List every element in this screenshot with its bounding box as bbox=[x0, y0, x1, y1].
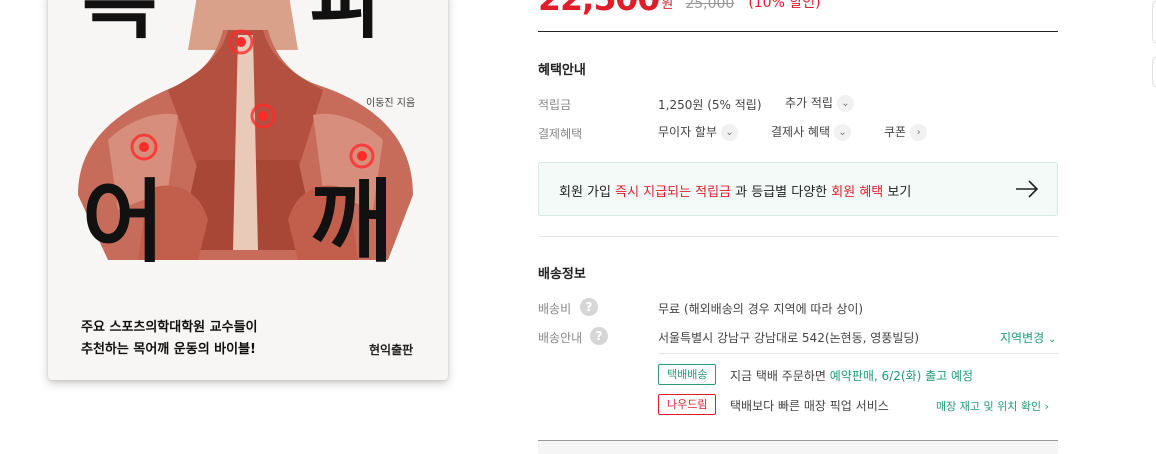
parcel-delivery-info: 지금 택배 주문하면 예약판매, 6/2(화) 출고 예정 bbox=[730, 367, 973, 384]
points-label: 적립금 bbox=[538, 98, 572, 112]
coupon-button[interactable]: 쿠폰 › bbox=[884, 123, 928, 141]
price-row: 22,500 원 25,000 (10% 할인) bbox=[538, 0, 821, 18]
question-icon[interactable]: ? bbox=[590, 327, 608, 345]
store-stock-link[interactable]: 매장 재고 및 위치 확인 › bbox=[936, 398, 1049, 414]
benefits-title: 혜택안내 bbox=[538, 63, 586, 78]
banner-text-part: 과 등급별 다양한 bbox=[731, 185, 832, 200]
next-section-band bbox=[538, 440, 1058, 454]
cover-tagline-line: 주요 스포츠의학대학원 교수들이 bbox=[81, 320, 258, 335]
card-benefit-label: 결제사 혜택 bbox=[771, 125, 831, 139]
change-region-label: 지역변경 bbox=[1000, 331, 1045, 345]
cover-title-char: 깨 bbox=[310, 170, 393, 275]
pickup-info: 택배보다 빠른 매장 픽업 서비스 bbox=[730, 399, 889, 413]
shipping-fee-value: 무료 (해외배송의 경우 지역에 따라 상이) bbox=[658, 302, 864, 316]
now-dream-tag: 나우드림 bbox=[658, 394, 717, 415]
divider bbox=[538, 236, 1058, 237]
banner-text-part: 회원 가입 bbox=[559, 185, 616, 200]
extra-points-button[interactable]: 추가 적립 ⌄ bbox=[785, 94, 854, 112]
parcel-release-date: 예약판매, 6/2(화) 출고 예정 bbox=[829, 369, 974, 383]
chevron-down-icon: ⌄ bbox=[836, 95, 854, 112]
member-banner-text: 회원 가입 즉시 지급되는 적립금 과 등급별 다양한 회원 혜택 보기 bbox=[559, 181, 911, 200]
chevron-down-icon: ⌄ bbox=[1048, 334, 1057, 345]
divider bbox=[658, 353, 1058, 354]
cover-title-char: 어 bbox=[82, 170, 165, 275]
sale-price: 22,500 bbox=[538, 0, 660, 18]
card-benefit-button[interactable]: 결제사 혜택 ⌄ bbox=[771, 123, 852, 141]
payment-label: 결제혜택 bbox=[538, 127, 583, 141]
banner-highlight: 회원 혜택 bbox=[831, 185, 884, 200]
cover-tagline-line: 추천하는 목어깨 운동의 바이블! bbox=[81, 342, 256, 357]
shipping-fee-label: 배송비 bbox=[538, 302, 572, 316]
book-cover[interactable]: 특 파 어 깨 이동진 지음 주요 스포츠의학대학원 교수들이 추천하는 목어깨… bbox=[48, 0, 448, 380]
points-value: 1,250원 (5% 적립) bbox=[658, 98, 762, 112]
cover-title-char: 파 bbox=[310, 0, 386, 50]
question-icon[interactable]: ? bbox=[580, 298, 598, 316]
store-stock-label: 매장 재고 및 위치 확인 bbox=[936, 400, 1042, 413]
shipping-address: 서울특별시 강남구 강남대로 542(논현동, 영풍빌딩) bbox=[658, 331, 920, 345]
parcel-delivery-tag: 택배배송 bbox=[658, 364, 717, 385]
cover-publisher: 현익출판 bbox=[369, 343, 414, 357]
side-floating-widget[interactable] bbox=[1152, 0, 1156, 44]
chevron-right-icon: › bbox=[910, 124, 928, 141]
discount-rate: (10% 할인) bbox=[748, 0, 821, 11]
cover-title-char: 특 bbox=[82, 0, 158, 50]
chevron-right-icon: › bbox=[1044, 400, 1049, 413]
cover-author: 이동진 지음 bbox=[366, 98, 416, 109]
parcel-text: 지금 택배 주문하면 bbox=[730, 369, 830, 383]
extra-points-label: 추가 적립 bbox=[785, 96, 833, 110]
divider bbox=[538, 31, 1058, 32]
banner-text-part: 보기 bbox=[883, 185, 912, 200]
installment-label: 무이자 할부 bbox=[658, 125, 718, 139]
coupon-label: 쿠폰 bbox=[884, 125, 907, 139]
side-floating-widget[interactable] bbox=[1152, 56, 1156, 88]
installment-button[interactable]: 무이자 할부 ⌄ bbox=[658, 123, 739, 141]
shipping-title: 배송정보 bbox=[538, 267, 586, 282]
chevron-down-icon: ⌄ bbox=[834, 124, 852, 141]
banner-highlight: 즉시 지급되는 적립금 bbox=[615, 185, 732, 200]
original-price: 25,000 bbox=[685, 0, 735, 12]
chevron-down-icon: ⌄ bbox=[721, 124, 739, 141]
cover-tagline: 주요 스포츠의학대학원 교수들이 추천하는 목어깨 운동의 바이블! bbox=[81, 317, 258, 361]
arrow-right-icon bbox=[1016, 180, 1039, 198]
shipping-guide-label: 배송안내 bbox=[538, 331, 583, 345]
price-unit: 원 bbox=[661, 0, 674, 12]
member-benefit-banner[interactable]: 회원 가입 즉시 지급되는 적립금 과 등급별 다양한 회원 혜택 보기 bbox=[538, 162, 1058, 216]
change-region-link[interactable]: 지역변경 ⌄ bbox=[1000, 329, 1056, 346]
